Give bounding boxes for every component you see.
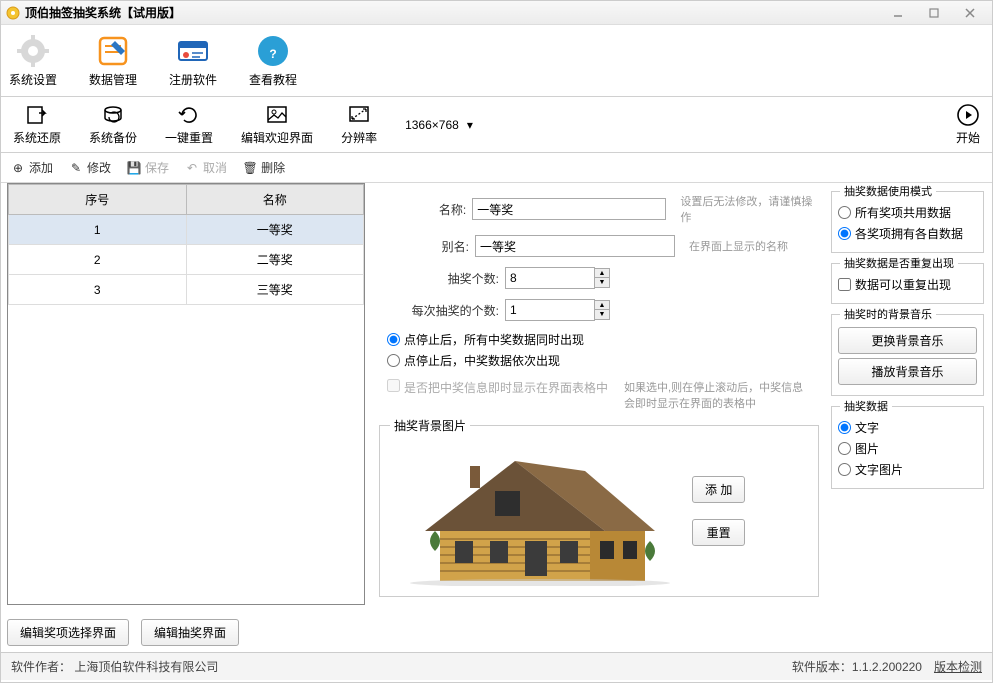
- data-both-radio[interactable]: 文字图片: [838, 461, 977, 478]
- alias-input[interactable]: [475, 235, 675, 257]
- minimize-button[interactable]: [880, 3, 916, 23]
- version-label: 软件版本：: [792, 660, 852, 674]
- col-index: 序号: [9, 185, 187, 215]
- resolution-icon: [347, 103, 371, 127]
- resolution-item: 分辨率: [341, 103, 377, 146]
- register-software-button[interactable]: 注册软件: [169, 33, 217, 88]
- spin-down[interactable]: ▼: [595, 310, 609, 319]
- help-icon: ?: [255, 33, 291, 69]
- restore-icon: [25, 103, 49, 127]
- repeat-group: 抽奖数据是否重复出现 数据可以重复出现: [831, 263, 984, 304]
- edit-welcome-button[interactable]: 编辑欢迎界面: [241, 103, 313, 146]
- titlebar: 顶伯抽签抽奖系统【试用版】: [1, 1, 992, 25]
- pencil-icon: ✎: [69, 161, 83, 175]
- bg-image-legend: 抽奖背景图片: [390, 417, 470, 434]
- edit-button[interactable]: ✎修改: [69, 159, 111, 176]
- cancel-button[interactable]: ↶取消: [185, 159, 227, 176]
- right-panel: 抽奖数据使用模式 所有奖项共用数据 各奖项拥有各自数据 抽奖数据是否重复出现 数…: [827, 183, 992, 652]
- version-value: 1.1.2.200220: [852, 660, 922, 674]
- table-row[interactable]: 3三等奖: [9, 275, 364, 305]
- change-music-button[interactable]: 更换背景音乐: [838, 327, 977, 354]
- note-icon: [95, 33, 131, 69]
- edit-prize-select-button[interactable]: 编辑奖项选择界面: [7, 619, 129, 646]
- prize-table[interactable]: 序号 名称 1一等奖 2二等奖 3三等奖: [7, 183, 365, 605]
- left-panel: 序号 名称 1一等奖 2二等奖 3三等奖 编辑奖项选择界面 编辑抽奖界面: [1, 183, 371, 652]
- chevron-down-icon: ▾: [467, 118, 473, 132]
- system-backup-button[interactable]: 系统备份: [89, 103, 137, 146]
- name-hint: 设置后无法修改，请谨慎操作: [680, 193, 819, 225]
- stop-mode-all[interactable]: 点停止后，所有中奖数据同时出现: [387, 331, 819, 348]
- name-label: 名称:: [379, 201, 466, 218]
- close-button[interactable]: [952, 3, 988, 23]
- card-icon: [175, 33, 211, 69]
- count-label: 抽奖个数:: [379, 270, 499, 287]
- save-icon: 💾: [127, 161, 141, 175]
- data-management-button[interactable]: 数据管理: [89, 33, 137, 88]
- bg-add-button[interactable]: 添 加: [692, 476, 745, 503]
- svg-text:?: ?: [269, 47, 276, 61]
- reset-icon: [177, 103, 201, 127]
- music-group: 抽奖时的背景音乐 更换背景音乐 播放背景音乐: [831, 314, 984, 396]
- draw-data-group: 抽奖数据 文字 图片 文字图片: [831, 406, 984, 489]
- col-name: 名称: [186, 185, 364, 215]
- delete-button[interactable]: 🗑删除: [243, 159, 285, 176]
- count-spinner[interactable]: ▲▼: [505, 267, 610, 289]
- resolution-dropdown[interactable]: 1366×768 ▾: [405, 118, 473, 132]
- view-tutorial-button[interactable]: ? 查看教程: [249, 33, 297, 88]
- add-button[interactable]: ⊕添加: [11, 159, 53, 176]
- spin-up[interactable]: ▲: [595, 301, 609, 310]
- one-click-reset-button[interactable]: 一键重置: [165, 103, 213, 146]
- grid-toolbar: ⊕添加 ✎修改 💾保存 ↶取消 🗑删除: [1, 153, 992, 183]
- maximize-button[interactable]: [916, 3, 952, 23]
- system-restore-button[interactable]: 系统还原: [13, 103, 61, 146]
- main-ribbon: 系统设置 数据管理 注册软件 ? 查看教程: [1, 25, 992, 97]
- play-music-button[interactable]: 播放背景音乐: [838, 358, 977, 385]
- image-icon: [265, 103, 289, 127]
- start-button[interactable]: 开始: [956, 103, 980, 146]
- save-button[interactable]: 💾保存: [127, 159, 169, 176]
- data-image-radio[interactable]: 图片: [838, 440, 977, 457]
- status-bar: 软件作者： 上海顶伯软件科技有限公司 软件版本：1.1.2.200220 版本检…: [1, 652, 992, 680]
- app-icon: [5, 5, 21, 21]
- spin-up[interactable]: ▲: [595, 269, 609, 278]
- bg-image-group: 抽奖背景图片: [379, 425, 819, 597]
- alias-label: 别名:: [379, 238, 469, 255]
- stop-mode-seq[interactable]: 点停止后，中奖数据依次出现: [387, 352, 819, 369]
- show-in-grid-hint: 如果选中,则在停止滚动后，中奖信息会即时显示在界面的表格中: [624, 379, 804, 411]
- gear-icon: [15, 33, 51, 69]
- plus-icon: ⊕: [11, 161, 25, 175]
- data-text-radio[interactable]: 文字: [838, 419, 977, 436]
- show-in-grid-label: 是否把中奖信息即时显示在界面表格中: [404, 379, 608, 396]
- secondary-toolbar: 系统还原 系统备份 一键重置 编辑欢迎界面 分辨率 1366×768 ▾ 开始: [1, 97, 992, 153]
- play-icon: [956, 103, 980, 127]
- table-row[interactable]: 1一等奖: [9, 215, 364, 245]
- bg-reset-button[interactable]: 重置: [692, 519, 745, 546]
- form-panel: 名称: 设置后无法修改，请谨慎操作 别名: 在界面上显示的名称 抽奖个数: ▲▼…: [371, 183, 827, 652]
- spin-down[interactable]: ▼: [595, 278, 609, 287]
- bg-image-preview: [390, 436, 680, 586]
- system-settings-button[interactable]: 系统设置: [9, 33, 57, 88]
- window-title: 顶伯抽签抽奖系统【试用版】: [25, 4, 181, 21]
- backup-icon: [101, 103, 125, 127]
- repeat-checkbox[interactable]: 数据可以重复出现: [838, 276, 977, 293]
- author-value: 上海顶伯软件科技有限公司: [74, 660, 218, 674]
- per-label: 每次抽奖的个数:: [379, 302, 499, 319]
- table-row[interactable]: 2二等奖: [9, 245, 364, 275]
- undo-icon: ↶: [185, 161, 199, 175]
- per-spinner[interactable]: ▲▼: [505, 299, 610, 321]
- mode-shared-radio[interactable]: 所有奖项共用数据: [838, 204, 977, 221]
- alias-hint: 在界面上显示的名称: [689, 238, 788, 254]
- edit-draw-button[interactable]: 编辑抽奖界面: [141, 619, 239, 646]
- data-mode-group: 抽奖数据使用模式 所有奖项共用数据 各奖项拥有各自数据: [831, 191, 984, 253]
- trash-icon: 🗑: [243, 161, 257, 175]
- author-label: 软件作者：: [11, 660, 71, 674]
- version-check-link[interactable]: 版本检测: [934, 658, 982, 675]
- mode-each-radio[interactable]: 各奖项拥有各自数据: [838, 225, 977, 242]
- name-input[interactable]: [472, 198, 666, 220]
- show-in-grid-checkbox: [387, 379, 400, 392]
